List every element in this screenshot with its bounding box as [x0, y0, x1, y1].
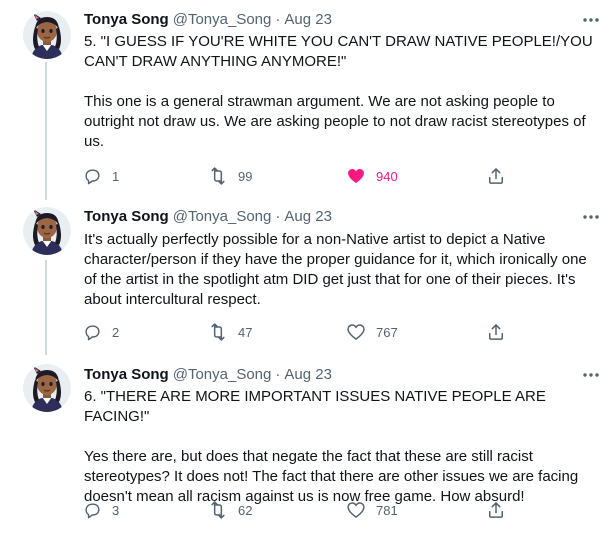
more-dots-icon	[583, 373, 599, 377]
avatar-illustration	[23, 207, 71, 255]
like-button[interactable]: 940	[346, 162, 398, 190]
tweet-date[interactable]: Aug 23	[284, 10, 332, 30]
like-count: 767	[376, 324, 398, 340]
retweet-icon	[208, 500, 228, 520]
share-icon	[486, 166, 506, 186]
share-button[interactable]	[486, 162, 506, 190]
retweet-count: 62	[238, 502, 253, 518]
avatar[interactable]	[23, 11, 71, 59]
reply-count: 3	[112, 502, 120, 518]
author-display-name[interactable]: Tonya Song	[84, 207, 169, 227]
like-count: 781	[376, 502, 398, 518]
reply-count: 2	[112, 324, 120, 340]
heart-icon	[346, 166, 366, 186]
author-handle[interactable]: @Tonya_Song	[173, 207, 272, 227]
author-handle[interactable]: @Tonya_Song	[173, 10, 272, 30]
thread-connector-line	[45, 62, 47, 200]
reply-button[interactable]: 3	[82, 496, 119, 524]
more-dots-icon	[583, 18, 599, 22]
author-display-name[interactable]: Tonya Song	[84, 10, 169, 30]
share-button[interactable]	[486, 318, 506, 346]
tweet[interactable]: Tonya Song @Tonya_Song · Aug 23 It's act…	[0, 200, 616, 355]
tweet-actions: 2 47 767	[78, 318, 518, 346]
tweet-thread: Tonya Song @Tonya_Song · Aug 23 5. "I GU…	[0, 0, 616, 540]
like-count: 940	[376, 168, 398, 184]
tweet-header: Tonya Song @Tonya_Song · Aug 23	[84, 10, 602, 30]
share-icon	[486, 500, 506, 520]
reply-button[interactable]: 1	[82, 162, 119, 190]
more-dots-icon	[583, 215, 599, 219]
tweet-text: 6. "THERE ARE MORE IMPORTANT ISSUES NATI…	[84, 387, 596, 507]
retweet-icon	[208, 166, 228, 186]
share-button[interactable]	[486, 496, 506, 524]
tweet-paragraph: 6. "THERE ARE MORE IMPORTANT ISSUES NATI…	[84, 388, 546, 425]
tweet-actions: 3 62 781	[78, 496, 518, 524]
retweet-button[interactable]: 99	[208, 162, 252, 190]
tweet-text: It's actually perfectly possible for a n…	[84, 230, 596, 310]
more-options-button[interactable]	[580, 365, 602, 385]
share-icon	[486, 322, 506, 342]
tweet-paragraph: This one is a general strawman argument.…	[84, 93, 586, 150]
author-handle[interactable]: @Tonya_Song	[173, 365, 272, 385]
separator-dot: ·	[275, 208, 281, 225]
reply-icon	[82, 500, 102, 520]
reply-button[interactable]: 2	[82, 318, 119, 346]
more-options-button[interactable]	[580, 10, 602, 30]
heart-icon	[346, 500, 366, 520]
separator-dot: ·	[275, 11, 281, 28]
retweet-button[interactable]: 62	[208, 496, 252, 524]
tweet-header: Tonya Song @Tonya_Song · Aug 23	[84, 365, 602, 385]
retweet-icon	[208, 322, 228, 342]
author-display-name[interactable]: Tonya Song	[84, 365, 169, 385]
avatar-illustration	[23, 11, 71, 59]
tweet-actions: 1 99 940	[78, 162, 518, 190]
retweet-count: 47	[238, 324, 253, 340]
tweet-paragraph: It's actually perfectly possible for a n…	[84, 231, 587, 308]
heart-icon	[346, 322, 366, 342]
avatar[interactable]	[23, 207, 71, 255]
tweet-date[interactable]: Aug 23	[284, 207, 332, 227]
reply-icon	[82, 166, 102, 186]
retweet-count: 99	[238, 168, 253, 184]
tweet[interactable]: Tonya Song @Tonya_Song · Aug 23 5. "I GU…	[0, 0, 616, 200]
separator-dot: ·	[275, 366, 281, 383]
like-button[interactable]: 767	[346, 318, 398, 346]
avatar-illustration	[23, 364, 71, 412]
tweet-paragraph: 5. "I GUESS IF YOU'RE WHITE YOU CAN'T DR…	[84, 33, 593, 70]
like-button[interactable]: 781	[346, 496, 398, 524]
tweet-date[interactable]: Aug 23	[284, 365, 332, 385]
thread-connector-line	[45, 260, 47, 355]
retweet-button[interactable]: 47	[208, 318, 252, 346]
tweet-text: 5. "I GUESS IF YOU'RE WHITE YOU CAN'T DR…	[84, 32, 596, 152]
more-options-button[interactable]	[580, 207, 602, 227]
tweet-header: Tonya Song @Tonya_Song · Aug 23	[84, 207, 602, 227]
tweet[interactable]: Tonya Song @Tonya_Song · Aug 23 6. "THER…	[0, 355, 616, 540]
reply-icon	[82, 322, 102, 342]
avatar[interactable]	[23, 364, 71, 412]
reply-count: 1	[112, 168, 120, 184]
